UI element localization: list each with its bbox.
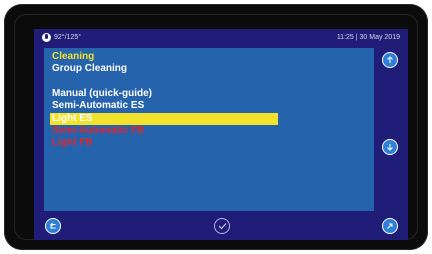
arrow-up-icon [387, 56, 393, 63]
forward-button[interactable] [382, 218, 398, 234]
temperature-readout: 92°/125° [42, 33, 81, 42]
scroll-down-button[interactable] [382, 139, 398, 155]
menu-subtitle: Group Cleaning [52, 63, 127, 74]
scroll-up-button[interactable] [382, 52, 398, 68]
menu-panel: Cleaning Group Cleaning Manual (quick-gu… [44, 48, 374, 211]
arrow-down-icon [387, 144, 393, 151]
temperature-value: 92°/125° [54, 34, 82, 41]
status-bar: 92°/125° 11:25 | 30 May 2019 [34, 29, 408, 47]
menu-item-semi-automatic-es[interactable]: Semi-Automatic ES [52, 100, 144, 112]
datetime: 11:25 | 30 May 2019 [336, 34, 400, 41]
display-screen: 92°/125° 11:25 | 30 May 2019 Cleaning Gr… [34, 29, 408, 240]
menu-item-light-fb[interactable]: Light FB [52, 137, 93, 149]
thermometer-icon [42, 33, 51, 42]
menu-item-manual-quick-guide[interactable]: Manual (quick-guide) [52, 88, 152, 100]
menu-item-semi-automatic-fb[interactable]: Semi-Automatic FB [52, 125, 144, 137]
check-icon [218, 223, 226, 230]
back-icon [50, 222, 56, 229]
device-frame: 92°/125° 11:25 | 30 May 2019 Cleaning Gr… [4, 4, 428, 250]
back-button[interactable] [45, 218, 61, 234]
confirm-button[interactable] [214, 218, 230, 234]
forward-icon [387, 223, 393, 229]
section-title: Cleaning [52, 51, 95, 62]
menu-item-light-es[interactable]: Light ES [52, 113, 93, 125]
